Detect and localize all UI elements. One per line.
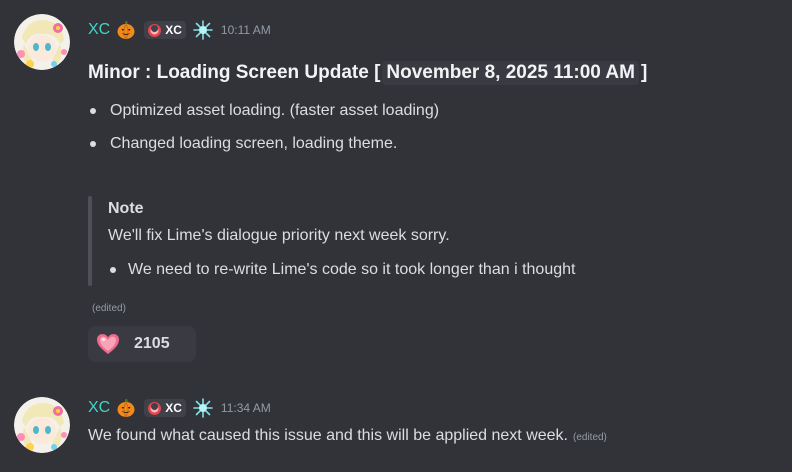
sparkle-badge-icon bbox=[193, 398, 213, 418]
heart-icon bbox=[97, 334, 119, 354]
note-text: We'll fix Lime's dialogue priority next … bbox=[108, 227, 450, 244]
reaction-button[interactable]: 2105 bbox=[88, 326, 196, 362]
server-tag[interactable]: XC bbox=[144, 21, 186, 39]
server-tag[interactable]: XC bbox=[144, 399, 186, 417]
edited-label: (edited) bbox=[572, 432, 607, 443]
reaction-count: 2105 bbox=[134, 335, 170, 352]
title-prefix: Minor : Loading Screen Update [ bbox=[88, 62, 381, 83]
list-item-text: Changed loading screen, loading theme. bbox=[110, 135, 398, 152]
list-item: Changed loading screen, loading theme. bbox=[90, 133, 397, 155]
avatar[interactable] bbox=[14, 14, 70, 70]
message-header: XC XC 11:34 AM bbox=[88, 397, 271, 419]
title-date-code: November 8, 2025 11:00 AM bbox=[382, 61, 639, 85]
timestamp[interactable]: 11:34 AM bbox=[221, 401, 271, 415]
quote-bar bbox=[88, 196, 92, 286]
tag-badge-icon bbox=[148, 23, 162, 37]
server-tag-label: XC bbox=[165, 23, 182, 37]
tag-badge-icon bbox=[148, 401, 162, 415]
server-tag-label: XC bbox=[165, 401, 182, 415]
pumpkin-icon bbox=[117, 21, 135, 40]
bullet-dot bbox=[110, 267, 116, 273]
message-header: XC XC 10:11 AM bbox=[88, 19, 271, 41]
message-body: We found what caused this issue and this… bbox=[88, 427, 568, 444]
message-text: We found what caused this issue and this… bbox=[88, 427, 607, 445]
edited-label: (edited) bbox=[92, 303, 126, 314]
timestamp[interactable]: 10:11 AM bbox=[221, 23, 271, 37]
list-item-text: Optimized asset loading. (faster asset l… bbox=[110, 102, 440, 119]
note-title: Note bbox=[108, 200, 144, 217]
sparkle-badge-icon bbox=[193, 20, 213, 40]
list-item: Optimized asset loading. (faster asset l… bbox=[90, 100, 439, 122]
note-list-item: We need to re-write Lime's code so it to… bbox=[110, 259, 575, 281]
bullet-dot bbox=[90, 108, 96, 114]
username[interactable]: XC bbox=[88, 399, 110, 417]
message-title: Minor : Loading Screen Update [ November… bbox=[88, 60, 647, 86]
note-list-item-text: We need to re-write Lime's code so it to… bbox=[128, 261, 576, 278]
title-suffix: ] bbox=[640, 62, 648, 83]
bullet-dot bbox=[90, 141, 96, 147]
username[interactable]: XC bbox=[88, 21, 110, 39]
pumpkin-icon bbox=[117, 399, 135, 418]
avatar[interactable] bbox=[14, 397, 70, 453]
